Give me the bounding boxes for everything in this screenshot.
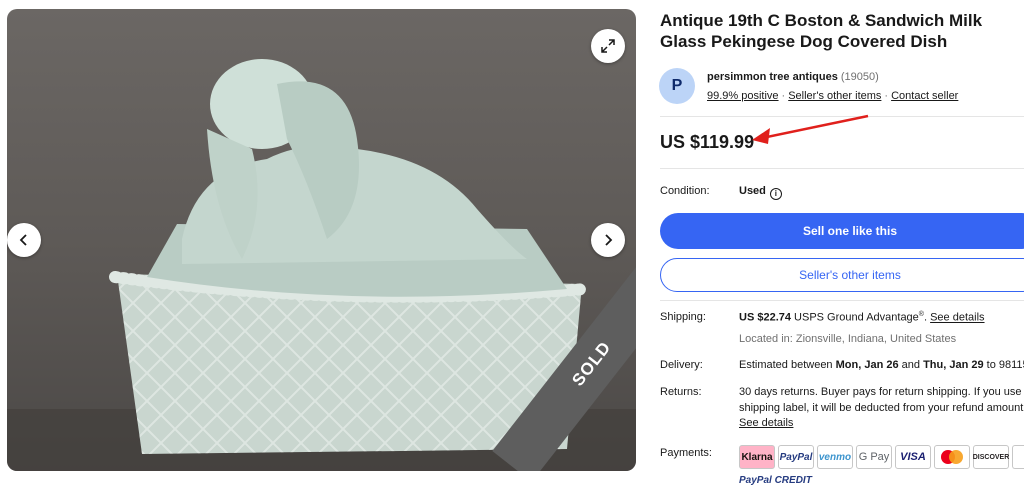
delivery-end: Thu, Jan 29 — [923, 359, 984, 371]
condition-value: Used — [739, 185, 766, 197]
seller-links: 99.9% positive · Seller's other items · Cont… — [707, 90, 959, 102]
shipping-location: Located in: Zionsville, Indiana, United … — [739, 333, 957, 345]
delivery-suffix: to 98115 — [986, 359, 1024, 371]
delivery-value: Estimated between Mon, Jan 26 and Thu, J… — [739, 359, 1024, 371]
returns-label: Returns: — [660, 386, 702, 398]
delivery-label: Delivery: — [660, 359, 703, 371]
returns-line-1: 30 days returns. Buyer pays for return s… — [739, 386, 1024, 398]
klarna-icon: Klarna — [739, 445, 775, 469]
divider — [660, 168, 1024, 169]
divider — [660, 300, 1024, 301]
chevron-right-icon — [605, 234, 613, 246]
condition-label: Condition: — [660, 185, 710, 197]
mastercard-logo-icon — [941, 450, 963, 464]
google-pay-icon: G Pay — [856, 445, 892, 469]
shipping-value: US $22.74 USPS Ground Advantage®. See de… — [739, 311, 985, 324]
sellers-other-items-link[interactable]: Seller's other items — [788, 90, 881, 102]
venmo-icon: venmo — [817, 445, 853, 469]
condition-value-wrap: Used i — [739, 185, 782, 200]
sell-one-like-this-button[interactable]: Sell one like this — [660, 213, 1024, 249]
next-image-button[interactable] — [591, 223, 625, 257]
price: US $119.99 — [660, 132, 755, 152]
seller-feedback-count: (19050) — [840, 71, 879, 83]
returns-see-details-link[interactable]: See details — [739, 417, 793, 429]
listing-title: Antique 19th C Boston & Sandwich Milk Gl… — [660, 11, 983, 51]
contact-seller-link[interactable]: Contact seller — [891, 90, 958, 102]
shipping-see-details-link[interactable]: See details — [930, 312, 984, 324]
visa-icon: VISA — [895, 445, 931, 469]
registered-mark: ® — [918, 311, 924, 318]
annotation-arrow-icon — [752, 114, 869, 144]
expand-icon — [601, 39, 615, 53]
shipping-label: Shipping: — [660, 311, 706, 323]
seller-name[interactable]: persimmon tree antiques — [707, 71, 838, 83]
seller-avatar[interactable]: P — [659, 68, 695, 104]
delivery-start: Mon, Jan 26 — [835, 359, 899, 371]
info-icon[interactable]: i — [769, 188, 782, 200]
seller-name-line: persimmon tree antiques (19050) — [707, 71, 879, 83]
image-gallery[interactable]: SOLD — [7, 9, 636, 471]
mastercard-icon — [934, 445, 970, 469]
returns-details-wrap: See details — [739, 417, 793, 429]
expand-image-button[interactable] — [591, 29, 625, 63]
payments-label: Payments: — [660, 447, 712, 459]
shipping-service: USPS Ground Advantage — [794, 311, 919, 324]
returns-line-2: shipping label, it will be deducted from… — [739, 402, 1024, 414]
more-payment-icon — [1012, 445, 1024, 469]
discover-icon: DISCOVER — [973, 445, 1009, 469]
paypal-icon: PayPal — [778, 445, 814, 469]
delivery-prefix: Estimated between — [739, 359, 836, 371]
delivery-and: and — [898, 359, 924, 371]
seller-positive-link[interactable]: 99.9% positive — [707, 90, 779, 102]
shipping-cost: US $22.74 — [739, 311, 791, 324]
previous-image-button[interactable] — [7, 223, 41, 257]
paypal-credit-icon: PayPal CREDIT — [739, 475, 812, 486]
sellers-other-items-button[interactable]: Seller's other items — [660, 258, 1024, 292]
chevron-left-icon — [19, 234, 27, 246]
